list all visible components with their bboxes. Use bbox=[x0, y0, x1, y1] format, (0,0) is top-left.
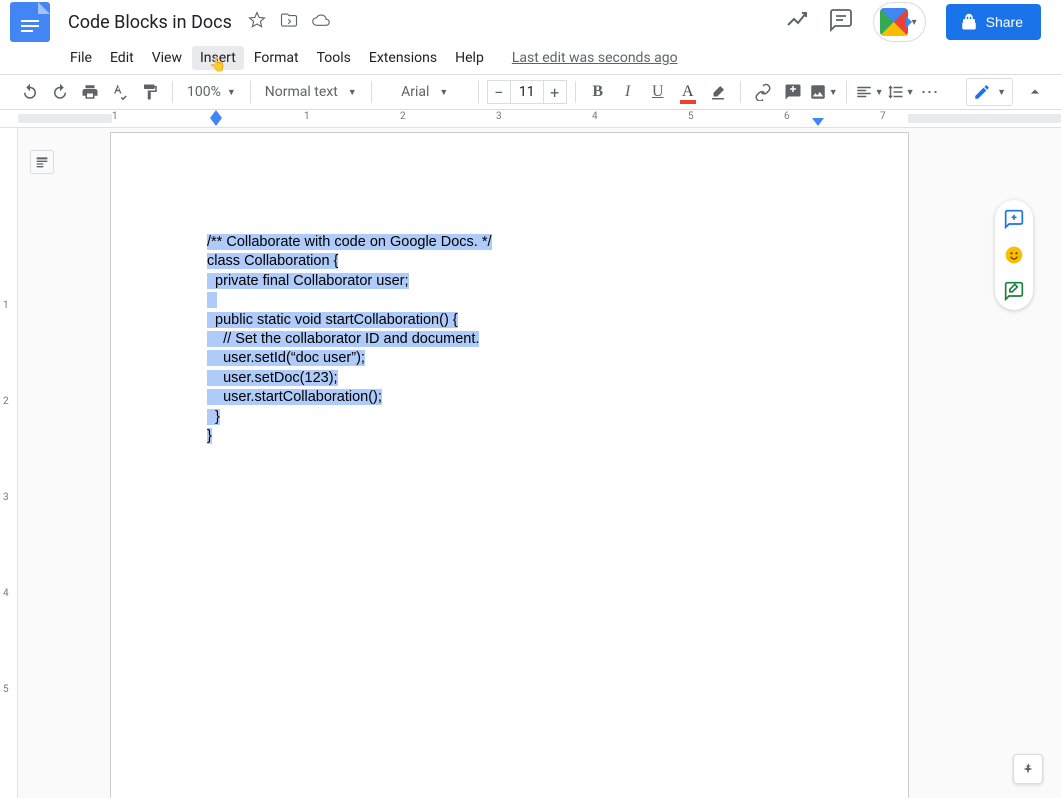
docs-logo[interactable] bbox=[10, 2, 50, 42]
outline-button[interactable] bbox=[30, 150, 54, 174]
horizontal-ruler[interactable]: 11234567 bbox=[0, 110, 1061, 128]
right-indent-marker[interactable] bbox=[812, 118, 824, 126]
italic-button[interactable]: I bbox=[614, 78, 642, 106]
font-select[interactable]: Arial▼ bbox=[380, 78, 470, 106]
collapse-button[interactable] bbox=[1021, 78, 1049, 106]
add-comment-fab[interactable] bbox=[1003, 208, 1025, 230]
undo-button[interactable] bbox=[16, 78, 44, 106]
code-line[interactable]: user.startCollaboration(); bbox=[207, 389, 382, 405]
add-comment-button[interactable] bbox=[779, 78, 807, 106]
spellcheck-button[interactable] bbox=[106, 78, 134, 106]
line-spacing-button[interactable]: ▼ bbox=[886, 78, 915, 106]
font-size-increase[interactable]: + bbox=[543, 80, 567, 104]
paragraph-style-select[interactable]: Normal text▼ bbox=[259, 78, 363, 106]
cloud-icon[interactable] bbox=[312, 11, 330, 33]
code-line[interactable]: } bbox=[207, 409, 220, 425]
align-button[interactable]: ▼ bbox=[855, 78, 884, 106]
menu-help[interactable]: Help bbox=[447, 46, 492, 70]
document-canvas[interactable]: 12345 /** Collaborate with code on Googl… bbox=[0, 128, 1061, 798]
menu-tools[interactable]: Tools bbox=[309, 46, 359, 70]
emoji-fab[interactable] bbox=[1003, 244, 1025, 266]
bold-button[interactable]: B bbox=[584, 78, 612, 106]
activity-icon[interactable] bbox=[785, 8, 809, 36]
insert-link-button[interactable] bbox=[749, 78, 777, 106]
underline-button[interactable]: U bbox=[644, 78, 672, 106]
comments-icon[interactable] bbox=[829, 8, 853, 36]
document-page[interactable]: /** Collaborate with code on Google Docs… bbox=[110, 132, 909, 798]
menu-view[interactable]: View bbox=[144, 46, 190, 70]
code-line[interactable]: // Set the collaborator ID and document. bbox=[207, 331, 479, 347]
paint-format-button[interactable] bbox=[136, 78, 164, 106]
zoom-select[interactable]: 100%▼ bbox=[181, 78, 242, 106]
more-button[interactable]: ⋯ bbox=[916, 78, 944, 106]
font-size-decrease[interactable]: − bbox=[487, 80, 511, 104]
last-edit-link[interactable]: Last edit was seconds ago bbox=[512, 50, 678, 66]
editing-mode-button[interactable]: ▼ bbox=[966, 78, 1013, 106]
font-size-group: − 11 + bbox=[487, 80, 567, 104]
insert-image-button[interactable]: ▼ bbox=[809, 78, 838, 106]
code-line[interactable] bbox=[207, 292, 217, 308]
code-line[interactable]: } bbox=[207, 428, 212, 444]
first-line-indent-marker[interactable] bbox=[210, 110, 222, 118]
code-line[interactable]: public static void startCollaboration() … bbox=[207, 312, 458, 328]
print-button[interactable] bbox=[76, 78, 104, 106]
suggest-fab[interactable] bbox=[1003, 280, 1025, 302]
menu-format[interactable]: Format bbox=[246, 46, 307, 70]
star-icon[interactable] bbox=[248, 11, 266, 33]
code-line[interactable]: /** Collaborate with code on Google Docs… bbox=[207, 234, 492, 250]
menu-file[interactable]: File bbox=[62, 46, 100, 70]
explore-button[interactable] bbox=[1013, 754, 1043, 784]
left-indent-marker[interactable] bbox=[210, 118, 222, 126]
text-color-button[interactable]: A bbox=[674, 78, 702, 106]
code-line[interactable]: class Collaboration { bbox=[207, 253, 338, 269]
menu-extensions[interactable]: Extensions bbox=[361, 46, 445, 70]
meet-button[interactable]: ▾ bbox=[873, 2, 926, 42]
code-line[interactable]: private final Collaborator user; bbox=[207, 273, 409, 289]
toolbar: 100%▼ Normal text▼ Arial▼ − 11 + B I U A… bbox=[0, 74, 1061, 110]
redo-button[interactable] bbox=[46, 78, 74, 106]
share-button[interactable]: Share bbox=[946, 4, 1041, 40]
code-line[interactable]: user.setDoc(123); bbox=[207, 370, 338, 386]
share-label: Share bbox=[986, 14, 1023, 30]
font-size-input[interactable]: 11 bbox=[511, 80, 543, 104]
code-line[interactable]: user.setId(“doc user”); bbox=[207, 350, 365, 366]
move-icon[interactable] bbox=[280, 11, 298, 33]
chevron-down-icon: ▾ bbox=[912, 17, 917, 28]
vertical-ruler[interactable]: 12345 bbox=[0, 128, 18, 798]
highlight-button[interactable] bbox=[704, 78, 732, 106]
document-title[interactable]: Code Blocks in Docs bbox=[62, 10, 238, 35]
menu-edit[interactable]: Edit bbox=[102, 46, 142, 70]
meet-camera-icon bbox=[880, 8, 908, 36]
menu-insert[interactable]: Insert bbox=[192, 46, 244, 70]
menu-bar: FileEditViewInsertFormatToolsExtensionsH… bbox=[0, 44, 1061, 72]
floating-actions bbox=[995, 200, 1033, 310]
document-text[interactable]: /** Collaborate with code on Google Docs… bbox=[207, 233, 492, 446]
